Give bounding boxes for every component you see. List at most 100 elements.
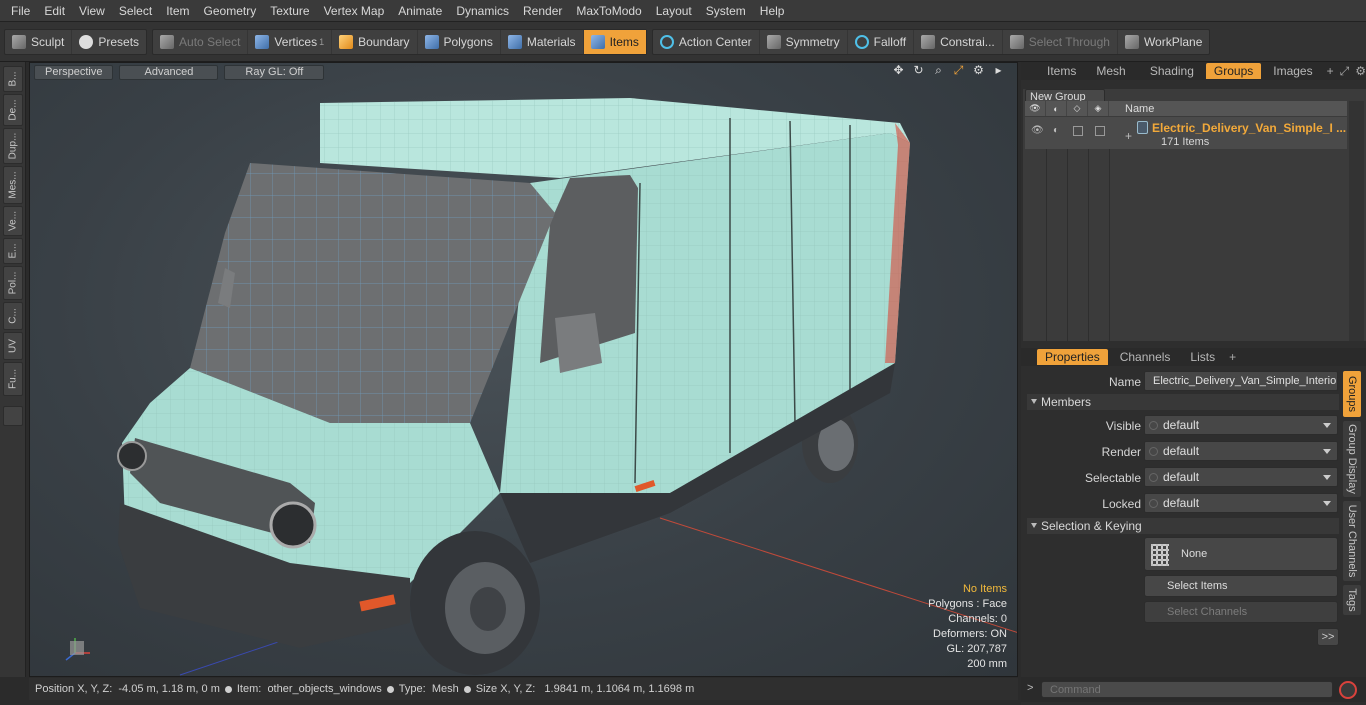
items-button[interactable]: Items bbox=[583, 29, 646, 54]
side-tab-user-channels[interactable]: User Channels bbox=[1343, 501, 1361, 581]
menu-system[interactable]: System bbox=[699, 0, 753, 22]
keying-none-button[interactable]: None bbox=[1144, 537, 1338, 571]
left-tab-edge[interactable]: E... bbox=[3, 238, 23, 264]
constraints-button[interactable]: Constrai... bbox=[914, 29, 1003, 54]
key-dot-icon[interactable] bbox=[1149, 421, 1158, 430]
selectable-dropdown[interactable]: default bbox=[1144, 467, 1338, 487]
left-tab-uv[interactable]: UV bbox=[3, 332, 23, 360]
move-view-icon[interactable]: ✥ bbox=[892, 64, 905, 77]
left-tab-vertex[interactable]: Ve... bbox=[3, 206, 23, 236]
selection-keying-label: Selection & Keying bbox=[1041, 519, 1142, 533]
boundary-button[interactable]: Boundary bbox=[332, 29, 418, 54]
menu-item[interactable]: Item bbox=[159, 0, 196, 22]
dropdown-arrow-icon bbox=[1323, 423, 1331, 428]
locked-dropdown[interactable]: default bbox=[1144, 493, 1338, 513]
render-dropdown[interactable]: default bbox=[1144, 441, 1338, 461]
rotate-view-icon[interactable]: ↻ bbox=[912, 64, 925, 77]
menu-maxtomodo[interactable]: MaxToModo bbox=[569, 0, 648, 22]
left-tab-mesh[interactable]: Mes... bbox=[3, 166, 23, 204]
key-dot-icon[interactable] bbox=[1149, 499, 1158, 508]
auto-select-button[interactable]: Auto Select bbox=[153, 29, 249, 54]
left-tab-extra[interactable] bbox=[3, 406, 23, 426]
side-tab-groups[interactable]: Groups bbox=[1343, 371, 1361, 417]
menu-vertex-map[interactable]: Vertex Map bbox=[317, 0, 392, 22]
groups-scrollbar[interactable] bbox=[1349, 101, 1364, 341]
viewport-settings-icon[interactable]: ⚙ bbox=[972, 64, 985, 77]
tab-lists[interactable]: Lists bbox=[1182, 349, 1223, 365]
row-render-icon[interactable]: ◐ bbox=[1053, 125, 1059, 136]
side-tab-group-display[interactable]: Group Display bbox=[1343, 421, 1361, 497]
visibility-column-icon[interactable]: 👁 bbox=[1025, 101, 1046, 116]
left-tab-curve[interactable]: C... bbox=[3, 302, 23, 330]
selectable-label: Selectable bbox=[1084, 471, 1141, 485]
visible-dropdown[interactable]: default bbox=[1144, 415, 1338, 435]
materials-button[interactable]: Materials bbox=[501, 29, 584, 54]
command-record-icon[interactable] bbox=[1339, 681, 1357, 699]
name-field[interactable]: Electric_Delivery_Van_Simple_Interior bbox=[1144, 371, 1338, 391]
left-tab-basic[interactable]: B... bbox=[3, 66, 23, 92]
name-column-header[interactable]: Name bbox=[1109, 103, 1154, 115]
selection-keying-section[interactable]: Selection & Keying bbox=[1027, 518, 1339, 534]
menu-select[interactable]: Select bbox=[112, 0, 159, 22]
tab-mesh[interactable]: Mesh ... bbox=[1088, 63, 1138, 94]
select-column-icon[interactable]: ◈ bbox=[1088, 101, 1109, 116]
left-tab-polygon[interactable]: Pol... bbox=[3, 266, 23, 300]
menu-edit[interactable]: Edit bbox=[37, 0, 72, 22]
members-section[interactable]: Members bbox=[1027, 394, 1339, 410]
shading-dropdown[interactable]: Advanced bbox=[119, 64, 219, 80]
key-dot-icon[interactable] bbox=[1149, 447, 1158, 456]
menu-texture[interactable]: Texture bbox=[263, 0, 316, 22]
tab-properties[interactable]: Properties bbox=[1037, 349, 1108, 365]
menu-animate[interactable]: Animate bbox=[391, 0, 449, 22]
select-channels-button[interactable]: Select Channels bbox=[1144, 601, 1338, 623]
menu-view[interactable]: View bbox=[72, 0, 112, 22]
row-lock-checkbox[interactable] bbox=[1073, 126, 1083, 136]
tab-groups[interactable]: Groups bbox=[1205, 63, 1262, 79]
expand-group-icon[interactable]: + bbox=[1125, 129, 1132, 143]
polygons-button[interactable]: Polygons bbox=[418, 29, 501, 54]
fit-view-icon[interactable]: ⤢ bbox=[952, 64, 965, 77]
key-dot-icon[interactable] bbox=[1149, 473, 1158, 482]
menu-file[interactable]: File bbox=[4, 0, 37, 22]
add-properties-tab-icon[interactable]: + bbox=[1229, 350, 1236, 364]
tab-items[interactable]: Items bbox=[1039, 63, 1084, 79]
view-mode-dropdown[interactable]: Perspective bbox=[34, 64, 114, 80]
side-tab-tags[interactable]: Tags bbox=[1343, 585, 1361, 615]
select-items-button[interactable]: Select Items bbox=[1144, 575, 1338, 597]
raygl-toggle[interactable]: Ray GL: Off bbox=[224, 64, 325, 80]
menu-dynamics[interactable]: Dynamics bbox=[449, 0, 516, 22]
left-tab-deform[interactable]: De... bbox=[3, 94, 23, 126]
row-visibility-icon[interactable]: 👁 bbox=[1031, 125, 1044, 136]
menu-geometry[interactable]: Geometry bbox=[197, 0, 264, 22]
viewport-menu-icon[interactable]: ▸ bbox=[992, 64, 1005, 77]
falloff-button[interactable]: Falloff bbox=[848, 29, 915, 54]
menu-render[interactable]: Render bbox=[516, 0, 569, 22]
group-row[interactable]: 👁 ◐ + Electric_Delivery_Van_Simple_I ...… bbox=[1025, 117, 1347, 149]
command-input[interactable] bbox=[1041, 681, 1333, 698]
vertices-button[interactable]: Vertices 1 bbox=[248, 29, 333, 54]
add-tab-icon[interactable]: + bbox=[1327, 64, 1334, 78]
left-tab-fusion[interactable]: Fu... bbox=[3, 362, 23, 396]
presets-button[interactable]: Presets bbox=[72, 30, 146, 54]
tab-images[interactable]: Images bbox=[1265, 63, 1320, 79]
group-name[interactable]: Electric_Delivery_Van_Simple_I ... bbox=[1152, 121, 1346, 135]
select-through-button[interactable]: Select Through bbox=[1003, 29, 1118, 54]
zoom-view-icon[interactable]: ⌕ bbox=[932, 64, 945, 77]
action-center-button[interactable]: Action Center bbox=[653, 29, 760, 54]
expand-panel-icon[interactable]: ⤢ bbox=[1340, 64, 1350, 79]
selection-mode-group: Auto Select Vertices 1 Boundary Polygons … bbox=[152, 28, 647, 55]
menu-help[interactable]: Help bbox=[753, 0, 792, 22]
workplane-button[interactable]: WorkPlane bbox=[1118, 30, 1209, 54]
3d-viewport[interactable]: Perspective Advanced Ray GL: Off ✥ ↻ ⌕ ⤢… bbox=[29, 62, 1018, 677]
menu-layout[interactable]: Layout bbox=[649, 0, 699, 22]
render-column-icon[interactable]: ◐ bbox=[1046, 101, 1067, 116]
lock-column-icon[interactable]: ◇ bbox=[1067, 101, 1088, 116]
left-tab-duplicate[interactable]: Dup... bbox=[3, 128, 23, 164]
more-button[interactable]: >> bbox=[1317, 628, 1339, 646]
row-select-checkbox[interactable] bbox=[1095, 126, 1105, 136]
tab-channels[interactable]: Channels bbox=[1112, 349, 1179, 365]
panel-settings-icon[interactable]: ⚙ bbox=[1355, 64, 1366, 78]
symmetry-button[interactable]: Symmetry bbox=[760, 29, 848, 54]
tab-shading[interactable]: Shading bbox=[1142, 63, 1202, 79]
sculpt-button[interactable]: Sculpt bbox=[5, 29, 73, 54]
